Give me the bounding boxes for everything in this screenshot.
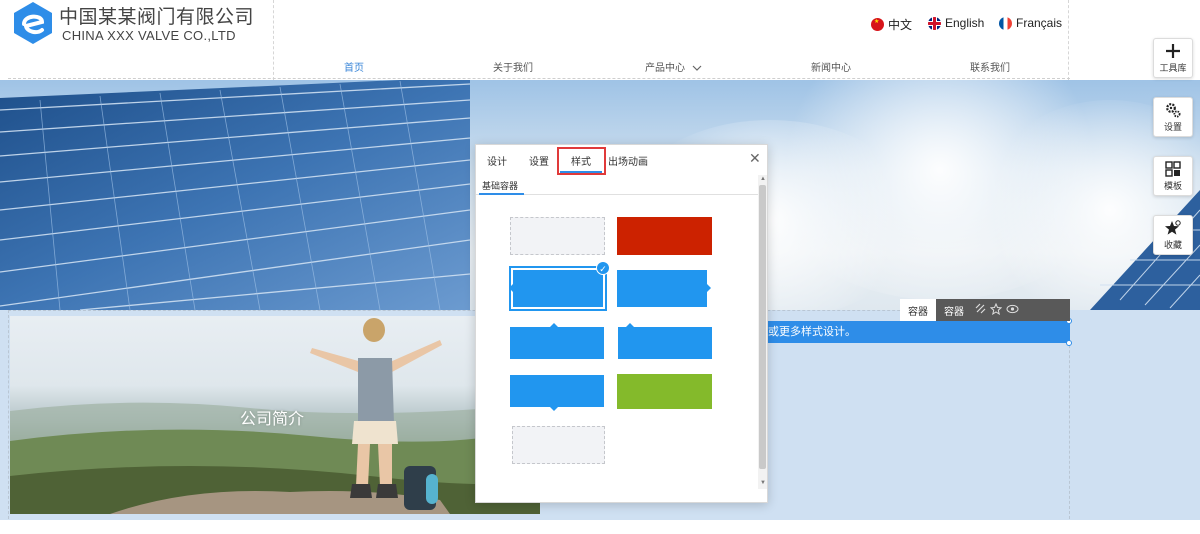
active-subtab-underline (479, 193, 524, 195)
tool-label: 收藏 (1163, 239, 1182, 250)
style-swatch-blue-arrow-right[interactable] (617, 270, 711, 307)
tool-label: 模板 (1163, 180, 1182, 191)
lang-label: Français (1016, 16, 1063, 30)
lang-english[interactable]: English (928, 16, 984, 30)
panel-tabs: 设计 设置 样式 出场动画 ✕ (476, 145, 767, 175)
plus-icon (1166, 43, 1180, 58)
gears-icon (1166, 102, 1181, 117)
nav-news[interactable]: 新闻中心 (811, 59, 851, 74)
style-swatch-blue-arrow-top-left[interactable] (618, 323, 712, 359)
glass-building-left (0, 80, 470, 310)
style-panel: 设计 设置 样式 出场动画 ✕ 基础容器 ▲ ▼ ✓ (475, 144, 768, 503)
star-icon (1165, 219, 1181, 235)
logo-area[interactable]: 中国某某阀门有限公司 CHINA XXX VALVE CO.,LTD (8, 0, 274, 80)
nav-contact[interactable]: 联系我们 (970, 59, 1010, 74)
nav-products[interactable]: 产品中心 (645, 59, 702, 74)
favorites-button[interactable]: 收藏 (1153, 215, 1193, 255)
style-swatch-gray[interactable] (510, 217, 605, 255)
active-tab-underline (560, 171, 602, 173)
tab-settings[interactable]: 设置 (529, 153, 549, 168)
style-swatch-gray-alt[interactable] (512, 426, 605, 464)
grid-icon (1165, 160, 1181, 177)
toolbox-button[interactable]: 工具库 (1153, 38, 1193, 78)
settings-button[interactable]: 设置 (1153, 97, 1193, 137)
scroll-up-icon[interactable]: ▲ (760, 176, 766, 182)
style-swatch-red[interactable] (617, 217, 712, 255)
section-title[interactable]: 公司简介 (240, 405, 304, 429)
lang-french[interactable]: Français (999, 16, 1062, 30)
resize-handle[interactable] (1066, 340, 1072, 346)
nav-home[interactable]: 首页 (344, 59, 364, 74)
subtab-basic-container[interactable]: 基础容器 (482, 179, 518, 192)
container-chip[interactable]: 容器 (936, 299, 972, 321)
template-button[interactable]: 模板 (1153, 156, 1193, 196)
brand-name-en: CHINA XXX VALVE CO.,LTD (62, 28, 236, 43)
logo-icon (14, 2, 52, 44)
scroll-thumb[interactable] (759, 185, 766, 469)
arrow-down-icon (550, 407, 558, 411)
guide-line (8, 78, 1070, 79)
scroll-down-icon[interactable]: ▼ (760, 480, 766, 486)
close-icon[interactable]: ✕ (749, 150, 761, 167)
arrow-up-icon (626, 323, 634, 327)
lang-label: 中文 (888, 18, 913, 32)
site-header: 中国某某阀门有限公司 CHINA XXX VALVE CO.,LTD ★ 中文 … (0, 0, 1200, 80)
panel-scrollbar[interactable]: ▲ ▼ (758, 175, 767, 489)
eye-icon[interactable] (1004, 304, 1020, 317)
chevron-down-icon (692, 65, 702, 71)
france-flag-icon (999, 16, 1012, 30)
lang-chinese[interactable]: ★ 中文 (871, 16, 912, 33)
unlink-icon[interactable] (972, 303, 988, 317)
style-swatch-blue-arrow-bottom[interactable] (510, 375, 604, 411)
style-swatch-blue-arrow-left[interactable] (509, 266, 607, 311)
star-icon[interactable] (988, 302, 1004, 318)
uk-flag-icon (928, 16, 941, 30)
container-chip[interactable]: 容器 (900, 299, 936, 321)
lang-label: English (945, 16, 985, 30)
check-icon: ✓ (596, 261, 610, 275)
nav-products-label: 产品中心 (645, 63, 685, 74)
china-flag-icon: ★ (871, 18, 884, 31)
arrow-up-icon (550, 323, 558, 327)
brand-name-cn: 中国某某阀门有限公司 (59, 7, 255, 28)
tool-label: 工具库 (1159, 62, 1187, 73)
arrow-left-icon (509, 284, 513, 292)
component-toolbar: 容器 容器 (900, 299, 1070, 321)
arrow-right-icon (707, 284, 711, 292)
style-swatch-blue-arrow-top[interactable] (510, 323, 604, 359)
nav-about[interactable]: 关于我们 (493, 59, 533, 74)
tab-animation[interactable]: 出场动画 (608, 153, 648, 168)
tool-label: 设置 (1163, 121, 1182, 132)
tab-design[interactable]: 设计 (487, 153, 507, 168)
guide-line (1068, 0, 1069, 80)
style-swatch-green[interactable] (617, 374, 712, 409)
